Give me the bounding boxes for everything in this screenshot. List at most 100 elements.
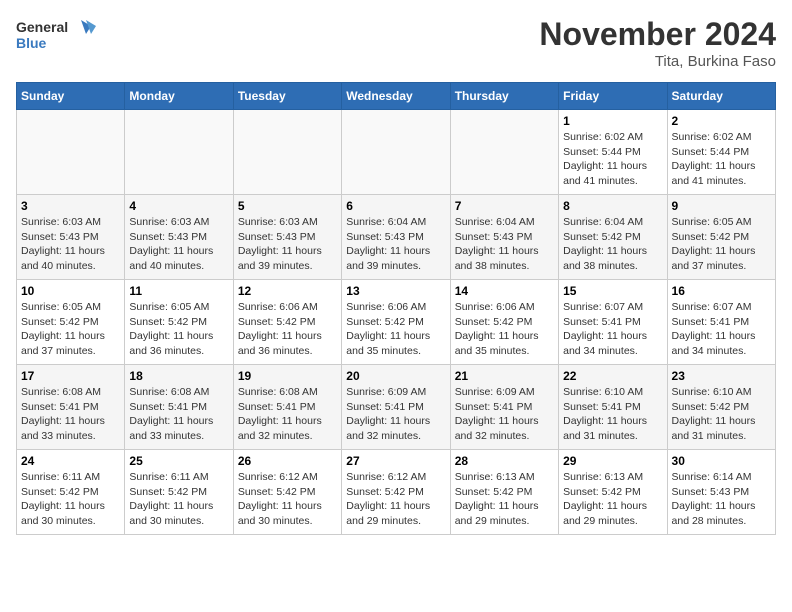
day-number: 30	[672, 454, 771, 468]
calendar-cell: 7 Sunrise: 6:04 AM Sunset: 5:43 PM Daylig…	[450, 195, 558, 280]
day-number: 18	[129, 369, 228, 383]
day-number: 23	[672, 369, 771, 383]
calendar-week-5: 24 Sunrise: 6:11 AM Sunset: 5:42 PM Dayli…	[17, 450, 776, 535]
day-number: 17	[21, 369, 120, 383]
day-info: Sunrise: 6:13 AM Sunset: 5:42 PM Dayligh…	[455, 470, 554, 529]
day-info: Sunrise: 6:02 AM Sunset: 5:44 PM Dayligh…	[672, 130, 771, 189]
day-info: Sunrise: 6:13 AM Sunset: 5:42 PM Dayligh…	[563, 470, 662, 529]
calendar-cell: 18 Sunrise: 6:08 AM Sunset: 5:41 PM Dayli…	[125, 365, 233, 450]
calendar-header-row: SundayMondayTuesdayWednesdayThursdayFrid…	[17, 83, 776, 110]
calendar-week-2: 3 Sunrise: 6:03 AM Sunset: 5:43 PM Daylig…	[17, 195, 776, 280]
calendar-cell: 1 Sunrise: 6:02 AM Sunset: 5:44 PM Daylig…	[559, 110, 667, 195]
calendar-cell: 8 Sunrise: 6:04 AM Sunset: 5:42 PM Daylig…	[559, 195, 667, 280]
calendar-cell: 26 Sunrise: 6:12 AM Sunset: 5:42 PM Dayli…	[233, 450, 341, 535]
day-info: Sunrise: 6:04 AM Sunset: 5:43 PM Dayligh…	[346, 215, 445, 274]
day-number: 12	[238, 284, 337, 298]
day-info: Sunrise: 6:02 AM Sunset: 5:44 PM Dayligh…	[563, 130, 662, 189]
svg-text:General: General	[16, 19, 68, 35]
day-info: Sunrise: 6:08 AM Sunset: 5:41 PM Dayligh…	[21, 385, 120, 444]
calendar-cell: 29 Sunrise: 6:13 AM Sunset: 5:42 PM Dayli…	[559, 450, 667, 535]
day-number: 2	[672, 114, 771, 128]
day-info: Sunrise: 6:12 AM Sunset: 5:42 PM Dayligh…	[346, 470, 445, 529]
day-info: Sunrise: 6:03 AM Sunset: 5:43 PM Dayligh…	[129, 215, 228, 274]
day-number: 9	[672, 199, 771, 213]
logo-svg: General Blue	[16, 16, 96, 56]
calendar-header-wednesday: Wednesday	[342, 83, 450, 110]
calendar-header-thursday: Thursday	[450, 83, 558, 110]
page-title: November 2024	[539, 16, 776, 53]
day-number: 27	[346, 454, 445, 468]
day-number: 19	[238, 369, 337, 383]
day-info: Sunrise: 6:11 AM Sunset: 5:42 PM Dayligh…	[129, 470, 228, 529]
day-info: Sunrise: 6:09 AM Sunset: 5:41 PM Dayligh…	[455, 385, 554, 444]
calendar-header-monday: Monday	[125, 83, 233, 110]
calendar-cell: 6Sunrise: 6:04 AM Sunset: 5:43 PM Daylig…	[342, 195, 450, 280]
day-info: Sunrise: 6:05 AM Sunset: 5:42 PM Dayligh…	[21, 300, 120, 359]
day-info: Sunrise: 6:10 AM Sunset: 5:42 PM Dayligh…	[672, 385, 771, 444]
day-number: 8	[563, 199, 662, 213]
calendar-cell: 4 Sunrise: 6:03 AM Sunset: 5:43 PM Daylig…	[125, 195, 233, 280]
calendar-week-1: 1 Sunrise: 6:02 AM Sunset: 5:44 PM Daylig…	[17, 110, 776, 195]
day-number: 1	[563, 114, 662, 128]
day-number: 10	[21, 284, 120, 298]
calendar-header-saturday: Saturday	[667, 83, 775, 110]
calendar-cell: 10 Sunrise: 6:05 AM Sunset: 5:42 PM Dayli…	[17, 280, 125, 365]
calendar-cell	[342, 110, 450, 195]
day-number: 7	[455, 199, 554, 213]
day-info: Sunrise: 6:03 AM Sunset: 5:43 PM Dayligh…	[21, 215, 120, 274]
day-number: 25	[129, 454, 228, 468]
logo: General Blue	[16, 16, 96, 56]
day-info: Sunrise: 6:12 AM Sunset: 5:42 PM Dayligh…	[238, 470, 337, 529]
calendar-cell	[450, 110, 558, 195]
day-info: Sunrise: 6:06 AM Sunset: 5:42 PM Dayligh…	[455, 300, 554, 359]
calendar-cell: 23 Sunrise: 6:10 AM Sunset: 5:42 PM Dayli…	[667, 365, 775, 450]
day-number: 11	[129, 284, 228, 298]
calendar-cell: 16 Sunrise: 6:07 AM Sunset: 5:41 PM Dayli…	[667, 280, 775, 365]
day-number: 22	[563, 369, 662, 383]
day-number: 4	[129, 199, 228, 213]
calendar-week-3: 10 Sunrise: 6:05 AM Sunset: 5:42 PM Dayli…	[17, 280, 776, 365]
calendar-week-4: 17 Sunrise: 6:08 AM Sunset: 5:41 PM Dayli…	[17, 365, 776, 450]
day-info: Sunrise: 6:05 AM Sunset: 5:42 PM Dayligh…	[672, 215, 771, 274]
day-number: 14	[455, 284, 554, 298]
calendar-cell	[233, 110, 341, 195]
title-block: November 2024 Tita, Burkina Faso	[539, 16, 776, 70]
calendar-table: SundayMondayTuesdayWednesdayThursdayFrid…	[16, 82, 776, 535]
calendar-cell: 27 Sunrise: 6:12 AM Sunset: 5:42 PM Dayli…	[342, 450, 450, 535]
day-number: 28	[455, 454, 554, 468]
svg-text:Blue: Blue	[16, 35, 47, 51]
calendar-cell: 2 Sunrise: 6:02 AM Sunset: 5:44 PM Daylig…	[667, 110, 775, 195]
day-number: 3	[21, 199, 120, 213]
day-number: 5	[238, 199, 337, 213]
day-number: 20	[346, 369, 445, 383]
day-info: Sunrise: 6:06 AM Sunset: 5:42 PM Dayligh…	[346, 300, 445, 359]
day-info: Sunrise: 6:07 AM Sunset: 5:41 PM Dayligh…	[563, 300, 662, 359]
calendar-cell: 17 Sunrise: 6:08 AM Sunset: 5:41 PM Dayli…	[17, 365, 125, 450]
day-number: 29	[563, 454, 662, 468]
day-info: Sunrise: 6:07 AM Sunset: 5:41 PM Dayligh…	[672, 300, 771, 359]
calendar-cell: 30 Sunrise: 6:14 AM Sunset: 5:43 PM Dayli…	[667, 450, 775, 535]
day-info: Sunrise: 6:08 AM Sunset: 5:41 PM Dayligh…	[238, 385, 337, 444]
day-number: 16	[672, 284, 771, 298]
calendar-cell: 15Sunrise: 6:07 AM Sunset: 5:41 PM Dayli…	[559, 280, 667, 365]
calendar-cell: 13Sunrise: 6:06 AM Sunset: 5:42 PM Dayli…	[342, 280, 450, 365]
day-info: Sunrise: 6:04 AM Sunset: 5:42 PM Dayligh…	[563, 215, 662, 274]
day-info: Sunrise: 6:04 AM Sunset: 5:43 PM Dayligh…	[455, 215, 554, 274]
day-info: Sunrise: 6:03 AM Sunset: 5:43 PM Dayligh…	[238, 215, 337, 274]
day-info: Sunrise: 6:08 AM Sunset: 5:41 PM Dayligh…	[129, 385, 228, 444]
day-info: Sunrise: 6:09 AM Sunset: 5:41 PM Dayligh…	[346, 385, 445, 444]
day-info: Sunrise: 6:10 AM Sunset: 5:41 PM Dayligh…	[563, 385, 662, 444]
calendar-cell: 22 Sunrise: 6:10 AM Sunset: 5:41 PM Dayli…	[559, 365, 667, 450]
calendar-cell: 25 Sunrise: 6:11 AM Sunset: 5:42 PM Dayli…	[125, 450, 233, 535]
day-number: 26	[238, 454, 337, 468]
calendar-header-sunday: Sunday	[17, 83, 125, 110]
calendar-cell: 24Sunrise: 6:11 AM Sunset: 5:42 PM Dayli…	[17, 450, 125, 535]
day-number: 24	[21, 454, 120, 468]
calendar-cell: 19 Sunrise: 6:08 AM Sunset: 5:41 PM Dayli…	[233, 365, 341, 450]
calendar-cell: 14 Sunrise: 6:06 AM Sunset: 5:42 PM Dayli…	[450, 280, 558, 365]
day-info: Sunrise: 6:14 AM Sunset: 5:43 PM Dayligh…	[672, 470, 771, 529]
calendar-cell: 5 Sunrise: 6:03 AM Sunset: 5:43 PM Daylig…	[233, 195, 341, 280]
page-subtitle: Tita, Burkina Faso	[539, 53, 776, 70]
calendar-cell: 28 Sunrise: 6:13 AM Sunset: 5:42 PM Dayli…	[450, 450, 558, 535]
page-header: General Blue November 2024 Tita, Burkina…	[16, 16, 776, 70]
